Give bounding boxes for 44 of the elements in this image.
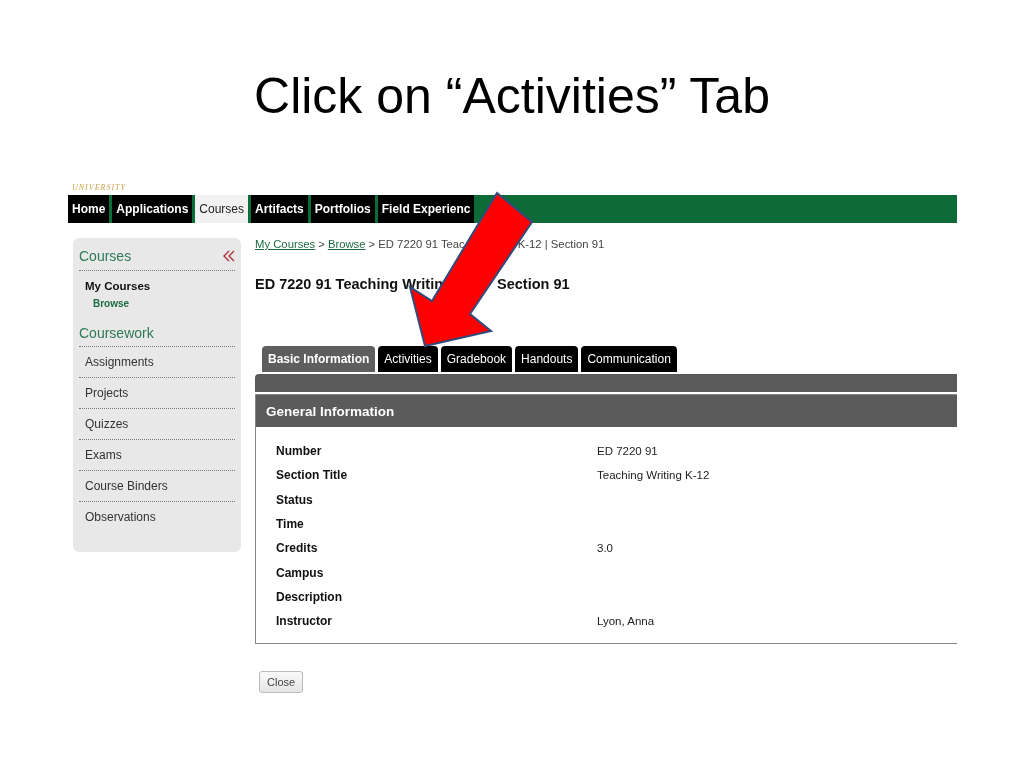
breadcrumb-link[interactable]: Browse bbox=[327, 238, 366, 250]
nav-tab[interactable]: Courses bbox=[195, 195, 249, 223]
field-label: Time bbox=[276, 517, 305, 532]
tab[interactable]: Handouts bbox=[515, 346, 579, 372]
field-label: Campus bbox=[276, 565, 325, 580]
sidebar-item[interactable]: Assignments bbox=[79, 347, 235, 378]
field-value: Lyon, Anna bbox=[597, 615, 655, 628]
field-label: Status bbox=[276, 492, 314, 507]
breadcrumb-link[interactable]: My Courses bbox=[255, 238, 316, 250]
close-button[interactable]: Close bbox=[259, 671, 304, 694]
university-wordmark: UNIVERSITY bbox=[72, 183, 126, 192]
breadcrumb-text: K-12 | Section 91 bbox=[517, 238, 605, 250]
field-label: Section Title bbox=[276, 468, 349, 483]
field-value: ED 7220 91 bbox=[597, 445, 658, 458]
field-value: 3.0 bbox=[597, 542, 613, 555]
collapse-icon[interactable] bbox=[223, 250, 235, 262]
breadcrumb-text: > ED 7220 91 Teac bbox=[368, 238, 465, 250]
field-label: Number bbox=[276, 444, 323, 459]
sidebar-section-title: Coursework bbox=[79, 325, 235, 347]
field-value: Teaching Writing K-12 bbox=[597, 469, 710, 482]
field-label: Credits bbox=[276, 541, 319, 556]
nav-tab[interactable]: Field Experienc bbox=[377, 195, 475, 223]
tab[interactable]: Communication bbox=[581, 346, 677, 372]
field-label: Description bbox=[276, 589, 343, 604]
course-heading: Section 91 bbox=[497, 276, 570, 294]
field-label: Instructor bbox=[276, 614, 333, 629]
nav-tab[interactable]: Home bbox=[68, 195, 110, 223]
sidebar-sublink[interactable]: Browse bbox=[93, 298, 235, 309]
breadcrumb-text: > bbox=[318, 238, 325, 250]
sidebar-title: Courses bbox=[79, 248, 132, 264]
sidebar-link[interactable]: My Courses bbox=[85, 280, 235, 292]
slide-title: Click on “Activities” Tab bbox=[254, 67, 770, 126]
nav-tab[interactable]: Portfolios bbox=[310, 195, 375, 223]
sidebar-item[interactable]: Projects bbox=[79, 378, 235, 409]
tab[interactable]: Gradebook bbox=[440, 346, 513, 372]
nav-tab[interactable]: Artifacts bbox=[251, 195, 308, 223]
sidebar-item[interactable]: Observations bbox=[79, 502, 235, 532]
tab[interactable]: Basic Information bbox=[262, 346, 376, 372]
tab[interactable]: Activities bbox=[378, 346, 438, 372]
sidebar-item[interactable]: Course Binders bbox=[79, 471, 235, 502]
sidebar-item[interactable]: Quizzes bbox=[79, 409, 235, 440]
sidebar-item[interactable]: Exams bbox=[79, 440, 235, 471]
panel-title: General Information bbox=[266, 403, 395, 419]
nav-tab[interactable]: Applications bbox=[112, 195, 193, 223]
